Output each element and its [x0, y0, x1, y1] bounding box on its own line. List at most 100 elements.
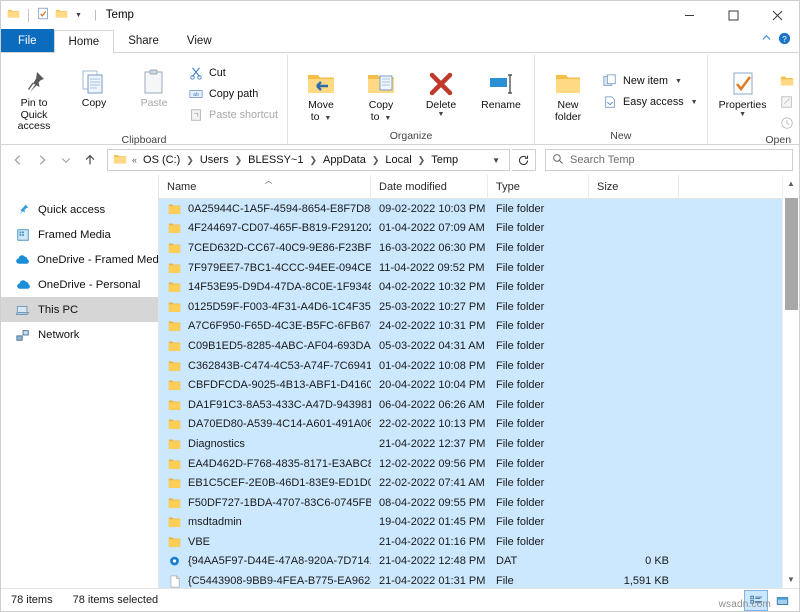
breadcrumb-item-users[interactable]: Users: [195, 153, 234, 167]
edit-button[interactable]: Edit: [776, 92, 800, 112]
table-row[interactable]: C09B1ED5-8285-4ABC-AF04-693DA20F5...05-0…: [159, 336, 799, 356]
search-box[interactable]: Search Temp: [545, 149, 793, 171]
table-row[interactable]: 4F244697-CD07-465F-B819-F2912026D0...01-…: [159, 219, 799, 239]
column-header-name[interactable]: ︿ Name: [159, 175, 371, 199]
open-button[interactable]: Open ▼: [776, 71, 800, 91]
table-row[interactable]: 7CED632D-CC67-40C9-9E86-F23BF47845...16-…: [159, 238, 799, 258]
minimize-button[interactable]: [667, 1, 711, 29]
file-name-cell[interactable]: C362843B-C474-4C53-A74F-7C6941B2C6...: [159, 359, 371, 373]
breadcrumb-separator[interactable]: ❯: [185, 155, 195, 166]
breadcrumb-item-blessy[interactable]: BLESSY~1: [243, 153, 308, 167]
move-to-button[interactable]: Move to ▼: [292, 61, 350, 124]
properties-button[interactable]: Properties ▼: [712, 61, 774, 117]
details-view-button[interactable]: [745, 591, 767, 610]
paste-button[interactable]: Paste: [125, 59, 183, 110]
table-row[interactable]: C362843B-C474-4C53-A74F-7C6941B2C6...01-…: [159, 356, 799, 376]
file-name-cell[interactable]: 7F979EE7-7BC1-4CCC-94EE-094CED674...: [159, 261, 371, 275]
delete-chevron-down-icon[interactable]: ▼: [438, 112, 445, 117]
pin-to-quick-access-button[interactable]: Pin to Quick access: [5, 59, 63, 133]
back-button[interactable]: [7, 149, 29, 171]
file-name-cell[interactable]: {C5443908-9BB9-4FEA-B775-EA962477F...: [159, 574, 371, 588]
collapse-ribbon-icon[interactable]: [761, 33, 772, 47]
tab-home[interactable]: Home: [54, 30, 115, 54]
tab-share[interactable]: Share: [114, 29, 173, 53]
refresh-button[interactable]: [512, 149, 536, 171]
search-input[interactable]: Search Temp: [570, 154, 635, 166]
breadcrumb-item-temp[interactable]: Temp: [426, 153, 463, 167]
help-icon[interactable]: ?: [778, 32, 791, 48]
sidebar-item-onedrive-personal[interactable]: OneDrive - Personal: [1, 272, 158, 297]
breadcrumb-item-os-c[interactable]: OS (C:): [138, 153, 185, 167]
file-name-cell[interactable]: DA70ED80-A539-4C14-A601-491A06984...: [159, 417, 371, 431]
properties-icon[interactable]: [37, 7, 50, 23]
file-name-cell[interactable]: A7C6F950-F65D-4C3E-B5FC-6FB67691B9...: [159, 319, 371, 333]
table-row[interactable]: EB1C5CEF-2E0B-46D1-83E9-ED1D08E36...22-0…: [159, 473, 799, 493]
file-name-cell[interactable]: msdtadmin: [159, 515, 371, 529]
new-item-chevron-down-icon[interactable]: ▼: [675, 78, 682, 85]
column-header-size[interactable]: Size: [589, 175, 679, 199]
column-header-date-modified[interactable]: Date modified: [371, 175, 488, 199]
file-name-cell[interactable]: Diagnostics: [159, 437, 371, 451]
scrollbar-track[interactable]: [783, 192, 800, 571]
folder-icon[interactable]: [7, 7, 20, 23]
column-header-type[interactable]: Type: [488, 175, 589, 199]
breadcrumb-overflow[interactable]: «: [131, 155, 138, 165]
table-row[interactable]: A7C6F950-F65D-4C3E-B5FC-6FB67691B9...24-…: [159, 317, 799, 337]
table-row[interactable]: 0125D59F-F003-4F31-A4D6-1C4F350032...25-…: [159, 297, 799, 317]
table-row[interactable]: EA4D462D-F768-4835-8171-E3ABC81A0...12-0…: [159, 454, 799, 474]
recent-locations-button[interactable]: [55, 149, 77, 171]
easy-access-button[interactable]: Easy access ▼: [599, 92, 703, 112]
rename-button[interactable]: Rename: [472, 61, 530, 112]
table-row[interactable]: 14F53E95-D9D4-47DA-8C0E-1F9348730...04-0…: [159, 277, 799, 297]
file-name-cell[interactable]: {94AA5F97-D44E-47A8-920A-7D7141BE...: [159, 554, 371, 568]
table-row[interactable]: VBE21-04-2022 01:16 PMFile folder: [159, 532, 799, 552]
address-input[interactable]: « OS (C:) ❯ Users ❯ BLESSY~1 ❯ AppData ❯…: [107, 149, 510, 171]
address-chevron-down-icon[interactable]: ▼: [486, 156, 506, 165]
sidebar-item-quick-access[interactable]: Quick access: [1, 197, 158, 222]
easy-access-chevron-down-icon[interactable]: ▼: [691, 99, 698, 106]
breadcrumb-item-appdata[interactable]: AppData: [318, 153, 371, 167]
table-row[interactable]: {94AA5F97-D44E-47A8-920A-7D7141BE...21-0…: [159, 552, 799, 572]
breadcrumb-separator[interactable]: ❯: [371, 155, 381, 166]
table-row[interactable]: CBFDFCDA-9025-4B13-ABF1-D41603F02...20-0…: [159, 375, 799, 395]
cut-button[interactable]: Cut: [185, 63, 283, 83]
up-button[interactable]: [79, 149, 101, 171]
table-row[interactable]: DA1F91C3-8A53-433C-A47D-943981DF2...06-0…: [159, 395, 799, 415]
file-name-cell[interactable]: 0A25944C-1A5F-4594-8654-E8F7D80AE5...: [159, 202, 371, 216]
table-row[interactable]: {C5443908-9BB9-4FEA-B775-EA962477F...21-…: [159, 571, 799, 588]
new-folder-button[interactable]: New folder: [539, 61, 597, 123]
file-name-cell[interactable]: EB1C5CEF-2E0B-46D1-83E9-ED1D08E36...: [159, 476, 371, 490]
table-row[interactable]: 7F979EE7-7BC1-4CCC-94EE-094CED674...11-0…: [159, 258, 799, 278]
file-name-cell[interactable]: 14F53E95-D9D4-47DA-8C0E-1F9348730...: [159, 280, 371, 294]
history-button[interactable]: History: [776, 113, 800, 133]
table-row[interactable]: 0A25944C-1A5F-4594-8654-E8F7D80AE5...09-…: [159, 199, 799, 219]
scrollbar-thumb[interactable]: [785, 198, 798, 310]
file-name-cell[interactable]: C09B1ED5-8285-4ABC-AF04-693DA20F5...: [159, 339, 371, 353]
new-item-button[interactable]: New item ▼: [599, 71, 703, 91]
file-name-cell[interactable]: 4F244697-CD07-465F-B819-F2912026D0...: [159, 221, 371, 235]
sidebar-item-network[interactable]: Network: [1, 322, 158, 347]
chevron-down-icon[interactable]: ▼: [75, 12, 82, 19]
tab-file[interactable]: File: [1, 29, 54, 53]
table-row[interactable]: msdtadmin19-04-2022 01:45 PMFile folder: [159, 513, 799, 533]
delete-button[interactable]: Delete ▼: [412, 61, 470, 117]
tab-view[interactable]: View: [173, 29, 226, 53]
maximize-button[interactable]: [711, 1, 755, 29]
file-name-cell[interactable]: 7CED632D-CC67-40C9-9E86-F23BF47845...: [159, 241, 371, 255]
breadcrumb-separator[interactable]: ❯: [234, 155, 244, 166]
file-name-cell[interactable]: EA4D462D-F768-4835-8171-E3ABC81A0...: [159, 457, 371, 471]
sidebar-item-framed-media[interactable]: Framed Media: [1, 222, 158, 247]
new-folder-icon[interactable]: [55, 7, 68, 23]
file-name-cell[interactable]: DA1F91C3-8A53-433C-A47D-943981DF2...: [159, 398, 371, 412]
table-row[interactable]: DA70ED80-A539-4C14-A601-491A06984...22-0…: [159, 415, 799, 435]
properties-chevron-down-icon[interactable]: ▼: [739, 112, 746, 117]
close-button[interactable]: [755, 1, 799, 29]
file-name-cell[interactable]: CBFDFCDA-9025-4B13-ABF1-D41603F02...: [159, 378, 371, 392]
breadcrumb-separator[interactable]: ❯: [417, 155, 427, 166]
table-row[interactable]: Diagnostics21-04-2022 12:37 PMFile folde…: [159, 434, 799, 454]
scroll-down-icon[interactable]: ▼: [783, 571, 800, 588]
copy-button[interactable]: Copy: [65, 59, 123, 110]
file-list-scrollbar[interactable]: ▲ ▼: [782, 175, 799, 588]
scroll-up-icon[interactable]: ▲: [783, 175, 800, 192]
copy-path-button[interactable]: ab Copy path: [185, 84, 283, 104]
